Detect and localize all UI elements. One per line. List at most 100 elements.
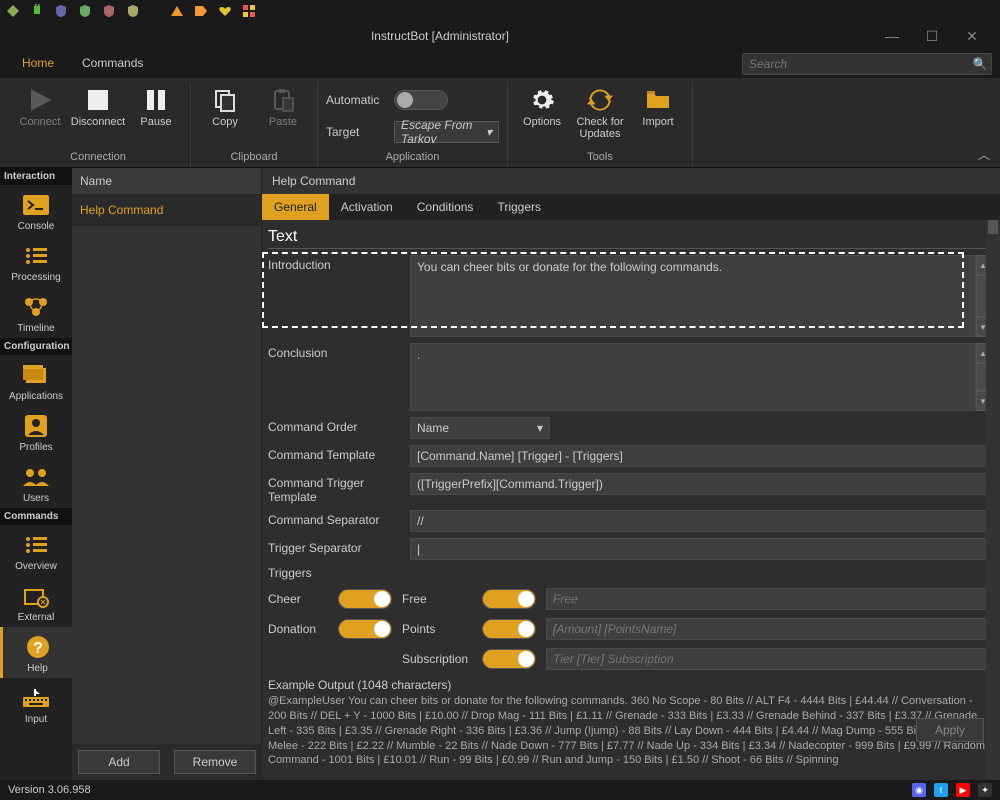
automatic-label: Automatic (326, 93, 386, 107)
command-list: Name Help Command (72, 168, 262, 744)
section-header-commands: Commands (0, 508, 72, 525)
list-icon (22, 242, 50, 270)
search-box[interactable]: 🔍 (742, 53, 992, 75)
plug-icon[interactable] (30, 4, 44, 18)
connect-button[interactable]: Connect (14, 86, 66, 128)
nav-help[interactable]: ?Help (0, 627, 72, 678)
search-icon[interactable]: 🔍 (969, 57, 991, 71)
introduction-label: Introduction (268, 255, 404, 272)
example-label: Example Output (1048 characters) (268, 678, 990, 692)
nav-applications[interactable]: Applications (0, 355, 72, 406)
nav-processing[interactable]: Processing (0, 236, 72, 287)
free-toggle[interactable] (482, 589, 536, 609)
app-icon (6, 4, 20, 18)
minimize-button[interactable]: — (872, 26, 912, 46)
free-input[interactable] (546, 588, 990, 610)
command-list-header[interactable]: Name (72, 168, 261, 195)
nav-users[interactable]: Users (0, 457, 72, 508)
misc-status-icon[interactable]: ✦ (978, 783, 992, 797)
target-combo[interactable]: Escape From Tarkov▾ (394, 121, 499, 143)
menu-commands[interactable]: Commands (68, 50, 157, 78)
add-button[interactable]: Add (78, 750, 160, 774)
free-label: Free (402, 592, 472, 606)
editor-header: Help Command (262, 168, 1000, 194)
points-input[interactable] (546, 618, 990, 640)
shield4-icon[interactable] (126, 4, 140, 18)
editor-tabs: General Activation Conditions Triggers (262, 194, 1000, 220)
twitter-icon[interactable]: t (934, 783, 948, 797)
main-area: Interaction Console Processing Timeline … (0, 168, 1000, 780)
conclusion-label: Conclusion (268, 343, 404, 360)
window-title: InstructBot [Administrator] (8, 29, 872, 43)
grid-icon[interactable] (242, 4, 256, 18)
tab-triggers[interactable]: Triggers (485, 194, 553, 220)
section-text: Text (268, 224, 990, 249)
remove-button[interactable]: Remove (174, 750, 256, 774)
subscription-label: Subscription (402, 652, 472, 666)
youtube-icon[interactable]: ▶ (956, 783, 970, 797)
tab-general[interactable]: General (262, 194, 329, 220)
chevron-down-icon: ▾ (486, 125, 492, 139)
close-button[interactable]: ✕ (952, 26, 992, 47)
title-bar: InstructBot [Administrator] — ☐ ✕ (0, 22, 1000, 50)
command-row-help[interactable]: Help Command (72, 195, 261, 226)
conclusion-textarea[interactable] (410, 343, 976, 411)
version-label: Version 3.06.958 (8, 784, 91, 796)
command-trigger-template-input[interactable] (410, 473, 990, 495)
play-icon (26, 86, 54, 114)
shield1-icon[interactable] (54, 4, 68, 18)
paste-button[interactable]: Paste (257, 86, 309, 128)
menu-bar: Home Commands 🔍 (0, 50, 1000, 78)
import-button[interactable]: Import (632, 86, 684, 128)
command-order-select[interactable]: Name▾ (410, 417, 550, 439)
cheer-toggle[interactable] (338, 589, 392, 609)
search-input[interactable] (743, 55, 969, 73)
check-updates-button[interactable]: Check for Updates (574, 86, 626, 140)
apply-button[interactable]: Apply (916, 718, 984, 742)
nav-profiles[interactable]: Profiles (0, 406, 72, 457)
nav-overview[interactable]: Overview (0, 525, 72, 576)
tab-conditions[interactable]: Conditions (405, 194, 486, 220)
users-icon (22, 463, 50, 491)
editor-scrollbar[interactable] (986, 220, 1000, 780)
maximize-button[interactable]: ☐ (912, 26, 952, 47)
automatic-toggle[interactable] (394, 90, 448, 110)
subscription-input[interactable] (546, 648, 990, 670)
shield2-icon[interactable] (78, 4, 92, 18)
ribbon-collapse-icon[interactable]: ︿ (978, 146, 990, 163)
nav-console[interactable]: Console (0, 185, 72, 236)
ribbon-group-label: Tools (587, 149, 613, 167)
donation-label: Donation (268, 622, 328, 636)
triangle-icon[interactable] (170, 4, 184, 18)
help-icon: ? (24, 633, 52, 661)
copy-button[interactable]: Copy (199, 86, 251, 128)
points-toggle[interactable] (482, 619, 536, 639)
introduction-textarea[interactable] (410, 255, 976, 337)
tab-activation[interactable]: Activation (329, 194, 405, 220)
menu-home[interactable]: Home (8, 50, 68, 78)
command-separator-input[interactable] (410, 510, 990, 532)
ribbon-group-label: Application (386, 149, 440, 167)
shield3-icon[interactable] (102, 4, 116, 18)
editor-panel: Help Command General Activation Conditio… (262, 168, 1000, 780)
folder-icon (644, 86, 672, 114)
nav-timeline[interactable]: Timeline (0, 287, 72, 338)
tag-icon[interactable] (194, 4, 208, 18)
points-label: Points (402, 622, 472, 636)
disconnect-button[interactable]: Disconnect (72, 86, 124, 128)
pause-button[interactable]: Pause (130, 86, 182, 128)
discord-icon[interactable]: ◉ (912, 783, 926, 797)
ribbon-group-tools: Options Check for Updates Import Tools (508, 82, 693, 167)
command-template-input[interactable] (410, 445, 990, 467)
command-separator-label: Command Separator (268, 510, 404, 527)
quick-access-toolbar (0, 0, 1000, 22)
subscription-toggle[interactable] (482, 649, 536, 669)
stop-icon (84, 86, 112, 114)
nav-input[interactable]: Input (0, 678, 72, 729)
nav-external[interactable]: External (0, 576, 72, 627)
example-body: @ExampleUser You can cheer bits or donat… (268, 694, 990, 768)
options-button[interactable]: Options (516, 86, 568, 128)
heart-icon[interactable] (218, 4, 232, 18)
trigger-separator-input[interactable] (410, 538, 990, 560)
donation-toggle[interactable] (338, 619, 392, 639)
